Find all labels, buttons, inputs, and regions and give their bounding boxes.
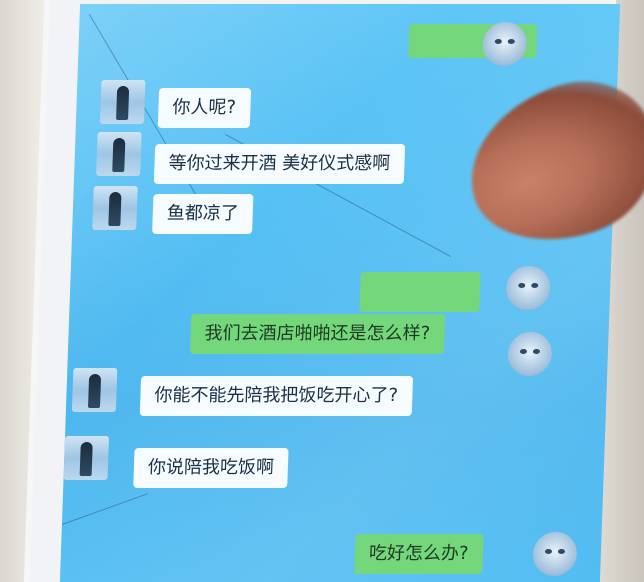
chat-bubble-outgoing[interactable] <box>359 272 481 312</box>
chat-bubble-incoming[interactable]: 你能不能先陪我把饭吃开心了? <box>139 376 413 416</box>
chat-bubble-outgoing[interactable]: 吃好怎么办? <box>354 534 484 574</box>
avatar-eye <box>532 349 541 354</box>
avatar-eye <box>507 39 515 44</box>
chat-bubble-incoming[interactable]: 等你过来开酒 美好仪式感啊 <box>153 144 405 184</box>
dog-face-avatar[interactable] <box>507 332 553 376</box>
dog-face-avatar[interactable] <box>481 22 528 66</box>
person-photo-icon <box>112 138 126 172</box>
person-photo-icon <box>79 442 93 476</box>
avatar-eye <box>494 39 502 44</box>
chat-screen: 你人呢? 等你过来开酒 美好仪式感啊 鱼都凉了 我们去酒店啪啪还是怎么样? 你能… <box>59 4 621 582</box>
person-photo-icon <box>116 86 130 120</box>
chat-bubble-incoming[interactable]: 你说陪我吃饭啊 <box>133 448 289 488</box>
chat-bubble-incoming[interactable]: 鱼都凉了 <box>152 194 254 234</box>
contact-avatar[interactable] <box>96 132 142 176</box>
avatar-eye <box>544 549 553 554</box>
person-photo-icon <box>108 192 122 226</box>
contact-avatar[interactable] <box>99 80 146 124</box>
avatar-eye <box>531 283 539 288</box>
person-photo-icon <box>87 374 102 408</box>
dog-face-avatar[interactable] <box>505 266 551 310</box>
chat-bubble-outgoing[interactable]: 我们去酒店啪啪还是怎么样? <box>189 314 445 354</box>
contact-avatar[interactable] <box>71 368 118 412</box>
screen-crack <box>61 493 148 525</box>
timestamp <box>247 66 251 80</box>
contact-avatar[interactable] <box>92 186 138 230</box>
avatar-eye <box>519 349 528 354</box>
contact-avatar[interactable] <box>63 436 110 480</box>
dog-face-avatar[interactable] <box>532 532 578 576</box>
avatar-eye <box>518 283 526 288</box>
chat-bubble-incoming[interactable]: 你人呢? <box>157 88 251 128</box>
avatar-eye <box>557 549 566 554</box>
